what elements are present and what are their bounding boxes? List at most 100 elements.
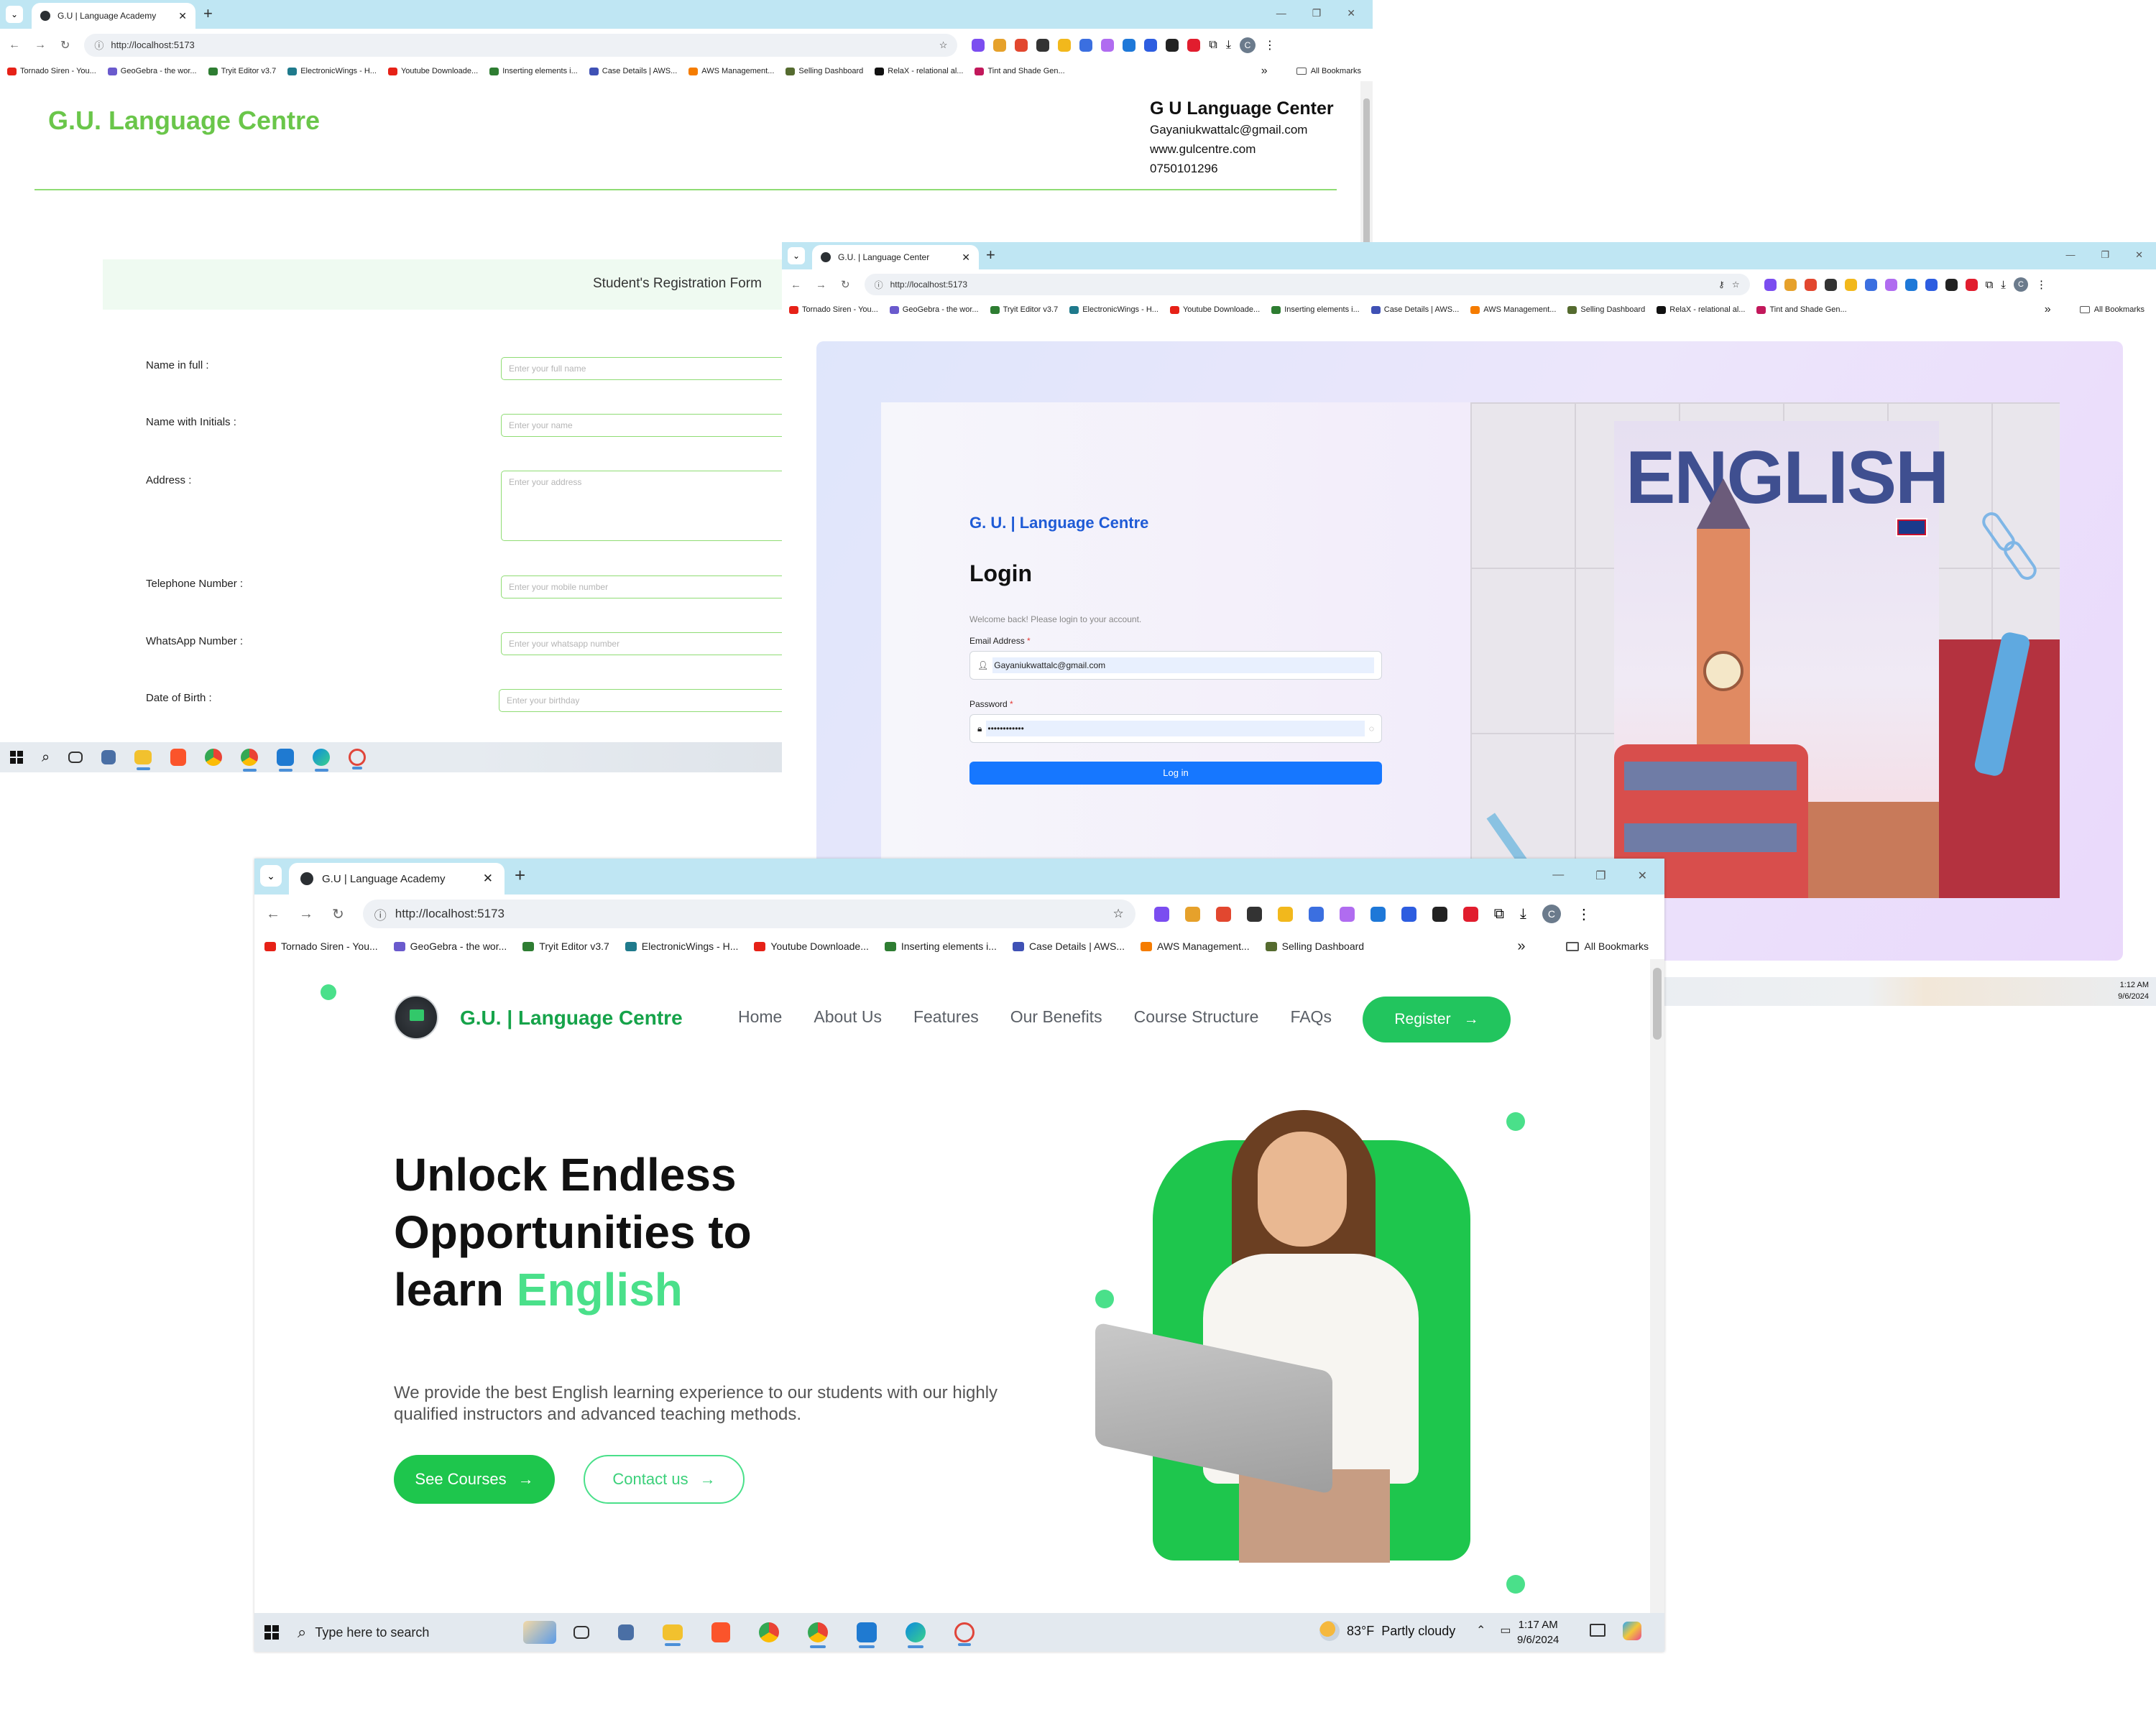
new-tab-button[interactable]: + [515, 864, 525, 887]
restore-icon[interactable]: ❐ [1312, 7, 1322, 19]
extension-icon[interactable] [1153, 906, 1169, 922]
extension-icon[interactable] [1844, 278, 1857, 291]
avatar[interactable]: C [2013, 277, 2028, 292]
search-icon[interactable]: ⌕ [42, 749, 50, 766]
close-tab-icon[interactable]: ✕ [483, 872, 493, 886]
menu-icon[interactable]: ⋮ [2036, 278, 2047, 291]
app-icon[interactable] [954, 1622, 975, 1646]
initials-input[interactable]: Enter your name [501, 414, 788, 437]
extension-icon[interactable] [1401, 906, 1416, 922]
close-icon[interactable]: ✕ [1347, 7, 1355, 19]
bookmark-item[interactable]: ElectronicWings - H... [625, 940, 738, 952]
address-bar[interactable]: ⓘ http://localhost:5173 ⚷ ☆ [864, 274, 1750, 295]
extension-icon[interactable] [1015, 38, 1028, 52]
site-logo[interactable] [394, 995, 438, 1040]
extension-icon[interactable] [1804, 278, 1817, 291]
site-info-icon[interactable]: ⓘ [94, 38, 103, 52]
new-tab-button[interactable]: + [203, 4, 213, 23]
download-icon[interactable]: ⤓ [2001, 279, 2006, 291]
bookmark-item[interactable]: Youtube Downloade... [1169, 305, 1260, 314]
copilot-icon[interactable] [1623, 1622, 1641, 1640]
bookmarks-overflow-icon[interactable]: » [1261, 65, 1268, 78]
all-bookmarks-folder[interactable]: All Bookmarks [1565, 940, 1649, 952]
extension-icon[interactable] [1246, 906, 1262, 922]
birthday-input[interactable]: Enter your birthday [499, 689, 786, 712]
contact-us-button[interactable]: Contact us → [584, 1455, 745, 1504]
extension-icon[interactable] [1945, 278, 1958, 291]
bookmark-item[interactable]: Tornado Siren - You... [789, 305, 878, 314]
edge-icon[interactable] [906, 1622, 926, 1648]
bookmark-item[interactable]: Youtube Downloade... [754, 940, 869, 952]
bookmark-item[interactable]: AWS Management... [688, 67, 774, 75]
reload-icon[interactable]: ↻ [60, 38, 70, 52]
chrome-profile-icon[interactable] [241, 749, 259, 772]
extension-icon[interactable] [1079, 38, 1093, 52]
vscode-icon[interactable] [277, 749, 295, 772]
bookmark-item[interactable]: ElectronicWings - H... [1069, 305, 1158, 314]
tab-search-button[interactable]: ⌄ [6, 6, 23, 23]
bookmark-item[interactable]: Selling Dashboard [1265, 940, 1364, 952]
extension-icon[interactable] [1144, 38, 1158, 52]
extension-icon[interactable] [1965, 278, 1978, 291]
tab-search-button[interactable]: ⌄ [788, 247, 805, 264]
extension-icon[interactable] [1308, 906, 1324, 922]
bookmark-item[interactable]: Selling Dashboard [1567, 305, 1645, 314]
task-view-icon[interactable] [573, 1626, 589, 1639]
nav-about-us[interactable]: About Us [814, 1007, 882, 1027]
extension-icon[interactable] [1784, 278, 1797, 291]
menu-icon[interactable]: ⋮ [1577, 905, 1591, 923]
bookmark-item[interactable]: AWS Management... [1470, 305, 1556, 314]
extension-icon[interactable] [1764, 278, 1777, 291]
back-icon[interactable]: ← [266, 906, 280, 923]
menu-icon[interactable]: ⋮ [1264, 38, 1276, 52]
extension-icon[interactable] [1339, 906, 1355, 922]
extension-icon[interactable] [1884, 278, 1897, 291]
chevron-up-icon[interactable]: ⌃ [1476, 1623, 1485, 1637]
windows-start-icon[interactable] [10, 751, 23, 764]
password-key-icon[interactable]: ⚷ [1718, 279, 1725, 290]
network-icon[interactable]: ▭ [1500, 1623, 1511, 1637]
password-field[interactable]: 🔒︎ •••••••••••• ◌ [969, 714, 1382, 743]
full-name-input[interactable]: Enter your full name [501, 357, 788, 380]
close-tab-icon[interactable]: ✕ [178, 10, 187, 22]
minimize-icon[interactable]: — [1276, 7, 1286, 19]
bookmark-item[interactable]: GeoGebra - the wor... [393, 940, 507, 952]
extension-icon[interactable] [1058, 38, 1072, 52]
bookmarks-overflow-icon[interactable]: » [1517, 938, 1525, 955]
bookmarks-overflow-icon[interactable]: » [2045, 303, 2051, 316]
extensions-puzzle-icon[interactable]: ⧉ [1986, 279, 1994, 291]
extension-icon[interactable] [1925, 278, 1938, 291]
tab-home[interactable]: G.U | Language Academy ✕ [289, 863, 505, 895]
site-brand[interactable]: G.U. | Language Centre [460, 1007, 683, 1030]
bookmark-item[interactable]: RelaX - relational al... [1657, 305, 1745, 314]
extension-icon[interactable] [993, 38, 1007, 52]
extension-icon[interactable] [1432, 906, 1447, 922]
extension-icon[interactable] [1036, 38, 1050, 52]
scrollbar-thumb[interactable] [1653, 968, 1662, 1040]
extension-icon[interactable] [1166, 38, 1179, 52]
file-explorer-icon[interactable] [663, 1624, 683, 1646]
nav-features[interactable]: Features [913, 1007, 979, 1027]
bookmark-star-icon[interactable]: ☆ [1732, 279, 1740, 290]
bookmark-item[interactable]: GeoGebra - the wor... [107, 67, 197, 75]
extension-icon[interactable] [1101, 38, 1115, 52]
chrome-icon[interactable] [759, 1622, 779, 1642]
back-icon[interactable]: ← [791, 279, 801, 291]
bookmark-item[interactable]: Case Details | AWS... [1012, 940, 1125, 952]
login-button[interactable]: Log in [969, 762, 1382, 785]
extension-icon[interactable] [1904, 278, 1917, 291]
notification-icon[interactable] [1590, 1624, 1606, 1637]
address-bar[interactable]: ⓘ http://localhost:5173 ☆ [84, 33, 958, 57]
bookmark-item[interactable]: Inserting elements i... [1271, 305, 1360, 314]
app-icon[interactable] [349, 749, 367, 769]
extension-icon[interactable] [972, 38, 985, 52]
extension-icon[interactable] [1462, 906, 1478, 922]
back-icon[interactable]: ← [9, 39, 20, 52]
weather-widget[interactable]: 83°F Partly cloudy [1319, 1621, 1455, 1641]
restore-icon[interactable]: ❐ [2101, 249, 2109, 261]
site-info-icon[interactable]: ⓘ [875, 279, 883, 291]
extension-icon[interactable] [1864, 278, 1877, 291]
vscode-icon[interactable] [857, 1622, 877, 1648]
nav-course-structure[interactable]: Course Structure [1134, 1007, 1259, 1027]
bookmark-star-icon[interactable]: ☆ [1113, 907, 1124, 921]
